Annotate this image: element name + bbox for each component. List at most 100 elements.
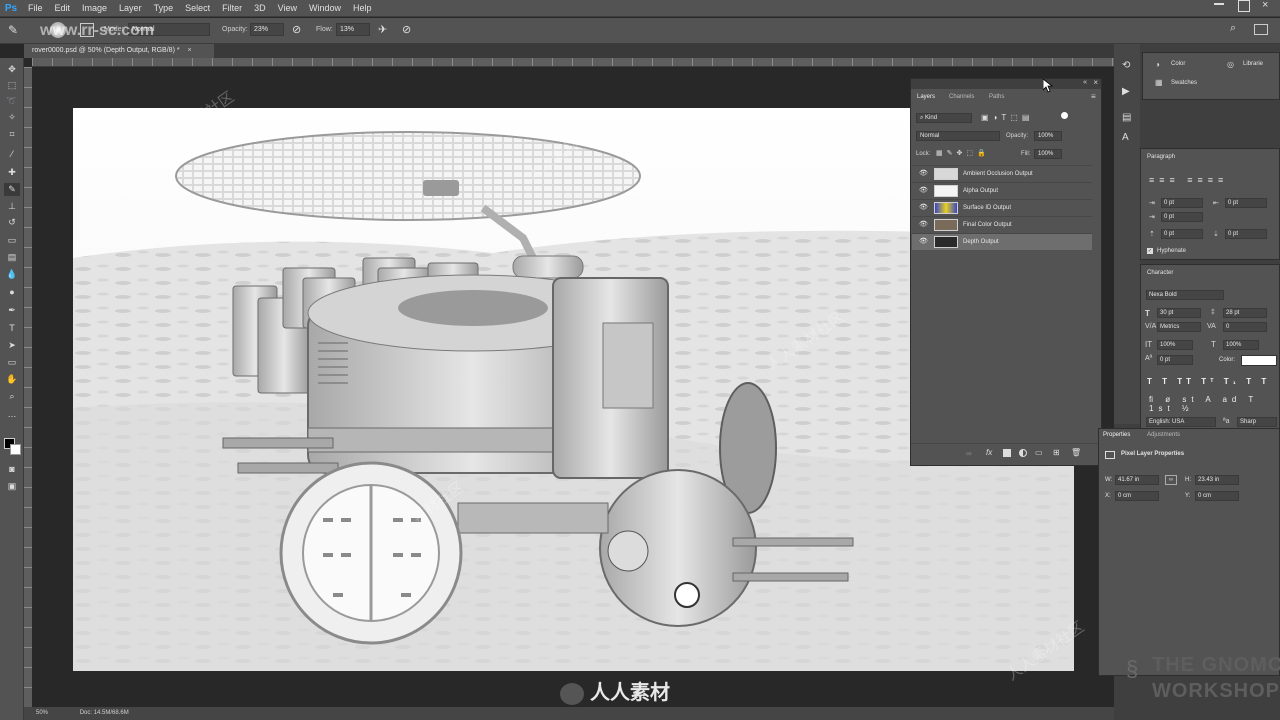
hand-tool-icon[interactable]: ✋ (4, 373, 20, 386)
pressure-opacity-icon[interactable]: ⊘ (292, 23, 301, 36)
collapse-icon[interactable]: « (1083, 79, 1087, 86)
antialias-select[interactable]: Sharp (1237, 417, 1277, 427)
brush-preset-icon[interactable] (50, 22, 66, 38)
background-color-swatch[interactable] (10, 444, 21, 455)
visibility-eye-icon[interactable]: 👁 (919, 187, 928, 195)
menu-image[interactable]: Image (76, 0, 113, 17)
more-tools-icon[interactable]: … (4, 408, 20, 421)
blur-tool-icon[interactable]: 💧 (4, 268, 20, 281)
history-brush-icon[interactable]: ↺ (4, 216, 20, 229)
layer-row[interactable]: 👁 Final Color Output (912, 216, 1092, 233)
space-after-input[interactable]: 0 pt (1225, 229, 1267, 239)
mask-icon[interactable] (1003, 449, 1011, 457)
brush-tool-icon[interactable]: ✎ (8, 23, 18, 37)
x-input[interactable]: 0 cm (1115, 491, 1159, 501)
menu-layer[interactable]: Layer (113, 0, 148, 17)
menu-window[interactable]: Window (303, 0, 347, 17)
swatches-label[interactable]: Swatches (1171, 78, 1197, 88)
new-layer-icon[interactable]: ⊞ (1053, 448, 1060, 457)
restore-icon[interactable] (1238, 0, 1250, 12)
fx-icon[interactable]: fx (986, 448, 992, 457)
move-tool-icon[interactable]: ✥ (4, 63, 20, 76)
tab-adjustments[interactable]: Adjustments (1147, 430, 1180, 440)
eraser-tool-icon[interactable]: ▭ (4, 234, 20, 247)
layer-row[interactable]: 👁 Surface ID Output (912, 199, 1092, 216)
filter-toggle-icon[interactable] (1061, 112, 1068, 119)
path-selection-icon[interactable]: ➤ (4, 339, 20, 352)
screen-mode-icon[interactable]: ▣ (4, 480, 20, 493)
zoom-tool-icon[interactable]: ⌕ (4, 390, 20, 403)
menu-3d[interactable]: 3D (248, 0, 272, 17)
visibility-eye-icon[interactable]: 👁 (919, 238, 928, 246)
vertical-ruler[interactable] (24, 67, 32, 707)
text-color-swatch[interactable] (1241, 355, 1277, 366)
search-icon[interactable]: ⌕ (1230, 22, 1236, 35)
character-title[interactable]: Character (1147, 268, 1173, 278)
menu-help[interactable]: Help (347, 0, 378, 17)
tracking-select[interactable]: 0 (1223, 322, 1267, 332)
menu-file[interactable]: File (22, 0, 49, 17)
layer-row-selected[interactable]: 👁 Depth Output (912, 233, 1092, 250)
layer-opacity-input[interactable]: 100% (1034, 131, 1062, 141)
close-icon[interactable]: × (1093, 78, 1098, 87)
font-family-select[interactable]: Nexa Bold (1146, 290, 1224, 300)
color-label[interactable]: Color (1171, 59, 1185, 69)
stamp-tool-icon[interactable]: ⊥ (4, 200, 20, 213)
opacity-input[interactable]: 23% (250, 23, 284, 36)
height-input[interactable]: 23.43 in (1195, 475, 1239, 485)
close-icon[interactable]: × (1262, 0, 1268, 11)
alignment-icons[interactable]: ≡≡≡ ≡≡≡≡ (1149, 175, 1228, 185)
healing-tool-icon[interactable]: ✚ (4, 166, 20, 179)
type-tool-icon[interactable]: T (4, 322, 20, 335)
document-tab[interactable]: rover0000.psd @ 50% (Depth Output, RGB/8… (24, 44, 214, 58)
gradient-tool-icon[interactable]: ▤ (4, 251, 20, 264)
menu-select[interactable]: Select (179, 0, 216, 17)
tab-paths[interactable]: Paths (989, 91, 1004, 103)
history-panel-icon[interactable]: ⟲ (1122, 60, 1130, 71)
filter-kind-select[interactable]: ⌕ Kind (916, 113, 972, 123)
space-before-input[interactable]: 0 pt (1161, 229, 1203, 239)
panel-header[interactable]: « × (911, 78, 1101, 89)
properties-panel-icon[interactable]: ▤ (1122, 112, 1131, 123)
tab-close-icon[interactable]: × (188, 47, 192, 54)
swatches-icon[interactable]: ▦ (1155, 78, 1163, 87)
menu-edit[interactable]: Edit (49, 0, 77, 17)
menu-type[interactable]: Type (148, 0, 180, 17)
minimize-icon[interactable] (1214, 3, 1224, 5)
vertical-scale-input[interactable]: 100% (1157, 340, 1193, 350)
pen-tool-icon[interactable]: ✒ (4, 304, 20, 317)
actions-panel-icon[interactable]: ▶ (1122, 86, 1130, 97)
opentype-icons[interactable]: ﬁ ø st A ad T 1st ½ (1149, 395, 1279, 413)
quick-mask-icon[interactable]: ◙ (4, 463, 20, 476)
paragraph-title[interactable]: Paragraph (1147, 152, 1175, 162)
zoom-level[interactable]: 50% (36, 710, 48, 716)
workspace-icon[interactable] (1254, 24, 1268, 35)
visibility-eye-icon[interactable]: 👁 (919, 170, 928, 178)
color-icon[interactable]: ◑ (1155, 60, 1160, 69)
filter-icons[interactable]: ▣◑T⬚▤ (981, 113, 1033, 122)
marquee-tool-icon[interactable]: ⬚ (4, 79, 20, 92)
tab-layers[interactable]: Layers (911, 91, 943, 103)
font-size-input[interactable]: 30 pt (1157, 308, 1201, 318)
layer-row[interactable]: 👁 Ambient Occlusion Output (912, 165, 1092, 182)
adjustment-icon[interactable] (1019, 449, 1027, 457)
character-panel-icon[interactable]: A (1122, 132, 1129, 143)
eyedropper-tool-icon[interactable]: ⁄ (4, 148, 20, 161)
language-select[interactable]: English: USA (1146, 417, 1216, 427)
tab-properties[interactable]: Properties (1103, 430, 1130, 440)
lasso-tool-icon[interactable]: ➰ (4, 95, 20, 108)
folder-icon[interactable]: ▭ (1035, 448, 1043, 457)
kerning-select[interactable]: Metrics (1157, 322, 1201, 332)
leading-input[interactable]: 28 pt (1223, 308, 1267, 318)
brush-panel-icon[interactable] (80, 23, 94, 37)
libraries-label[interactable]: Librarie (1243, 59, 1263, 69)
libraries-icon[interactable]: ◎ (1227, 60, 1234, 69)
horizontal-ruler[interactable] (32, 58, 1114, 67)
airbrush-icon[interactable]: ✈ (378, 23, 387, 36)
layer-row[interactable]: 👁 Alpha Output (912, 182, 1092, 199)
dodge-tool-icon[interactable]: ● (4, 286, 20, 299)
horizontal-scale-input[interactable]: 100% (1223, 340, 1259, 350)
left-indent-input[interactable]: 0 pt (1161, 198, 1203, 208)
magic-wand-tool-icon[interactable]: ✧ (4, 111, 20, 124)
lock-icons[interactable]: ▦✎✥⬚🔒 (936, 149, 990, 157)
